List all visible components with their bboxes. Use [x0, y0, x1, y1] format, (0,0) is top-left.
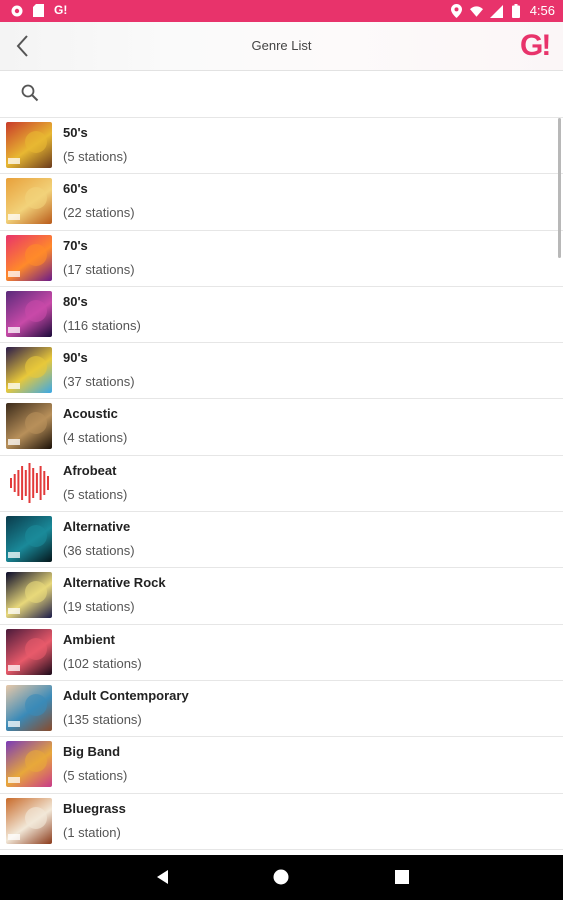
station-count: (5 stations)	[63, 768, 128, 784]
recents-square-icon[interactable]	[392, 867, 414, 889]
genre-thumbnail	[6, 459, 52, 506]
genre-name: Alternative Rock	[63, 575, 166, 591]
genre-thumbnail	[6, 234, 52, 281]
list-item[interactable]: Bluegrass (1 station)	[0, 794, 563, 850]
genre-name: Acoustic	[63, 406, 118, 422]
genre-name: Ambient	[63, 631, 115, 647]
list-item[interactable]: Afrobeat (5 stations)	[0, 456, 563, 513]
list-item[interactable]: 70's (17 stations)	[0, 231, 563, 287]
station-count: (36 stations)	[63, 543, 135, 559]
signal-icon	[489, 4, 503, 18]
station-count: (1 station)	[63, 824, 121, 840]
genre-name: Afrobeat	[63, 462, 117, 478]
status-bar: G! 4:56	[0, 0, 563, 22]
station-count: (22 stations)	[63, 205, 135, 221]
genre-thumbnail	[6, 403, 52, 450]
search-icon[interactable]	[20, 83, 42, 105]
station-count: (17 stations)	[63, 261, 135, 277]
station-count: (37 stations)	[63, 374, 135, 390]
genre-name: Bluegrass	[63, 800, 126, 816]
list-item[interactable]: 60's (22 stations)	[0, 174, 563, 231]
status-time: 4:56	[529, 3, 555, 18]
app-bar: Genre List G!	[0, 22, 563, 71]
list-item[interactable]: 50's (5 stations)	[0, 118, 563, 175]
genre-thumbnail	[6, 178, 52, 225]
sd-card-icon	[32, 4, 45, 17]
station-count: (4 stations)	[63, 430, 128, 446]
list-item[interactable]: Ambient (102 stations)	[0, 625, 563, 681]
station-count: (116 stations)	[63, 317, 141, 333]
genre-name: 60's	[63, 181, 88, 197]
genre-thumbnail	[6, 741, 52, 788]
navigation-bar	[0, 855, 563, 900]
list-item[interactable]: 90's (37 stations)	[0, 343, 563, 400]
wifi-icon	[469, 5, 483, 18]
genre-thumbnail	[6, 628, 52, 675]
genre-thumbnail	[6, 572, 52, 619]
genre-name: 90's	[63, 350, 88, 366]
station-count: (19 stations)	[63, 599, 135, 615]
genre-name: Adult Contemporary	[63, 687, 189, 703]
battery-icon	[510, 4, 523, 18]
genre-name: 80's	[63, 293, 88, 309]
home-circle-icon[interactable]	[271, 867, 293, 889]
genre-thumbnail	[6, 290, 52, 337]
list-item[interactable]: 80's (116 stations)	[0, 287, 563, 344]
genre-thumbnail	[6, 797, 52, 844]
genre-name: 50's	[63, 125, 88, 140]
list-item[interactable]: Alternative Rock (19 stations)	[0, 568, 563, 625]
list-item[interactable]: Adult Contemporary (135 stations)	[0, 681, 563, 738]
app-logo-icon: G!	[54, 3, 68, 17]
station-count: (5 stations)	[63, 149, 128, 164]
genre-name: 70's	[63, 237, 88, 253]
genre-name: Alternative	[63, 519, 131, 535]
genre-name: Big Band	[63, 744, 121, 760]
genre-thumbnail	[6, 516, 52, 563]
back-triangle-icon[interactable]	[153, 867, 175, 889]
list-item[interactable]: Big Band (5 stations)	[0, 737, 563, 794]
list-item[interactable]: Alternative (36 stations)	[0, 512, 563, 569]
genre-thumbnail	[6, 122, 52, 168]
location-icon	[450, 4, 463, 18]
genre-list[interactable]: 50's (5 stations) 60's (22 stations) 70's (17…	[0, 118, 563, 855]
chrome-icon	[10, 4, 23, 17]
station-count: (102 stations)	[63, 655, 142, 671]
station-count: (5 stations)	[63, 486, 128, 502]
scrollbar[interactable]	[558, 118, 561, 258]
search-bar[interactable]	[0, 71, 563, 118]
station-count: (135 stations)	[63, 711, 142, 727]
genre-thumbnail	[6, 684, 52, 731]
list-item[interactable]: Acoustic (4 stations)	[0, 399, 563, 456]
genre-thumbnail	[6, 347, 52, 394]
app-logo: G!	[520, 29, 551, 62]
page-title: Genre List	[251, 38, 312, 53]
